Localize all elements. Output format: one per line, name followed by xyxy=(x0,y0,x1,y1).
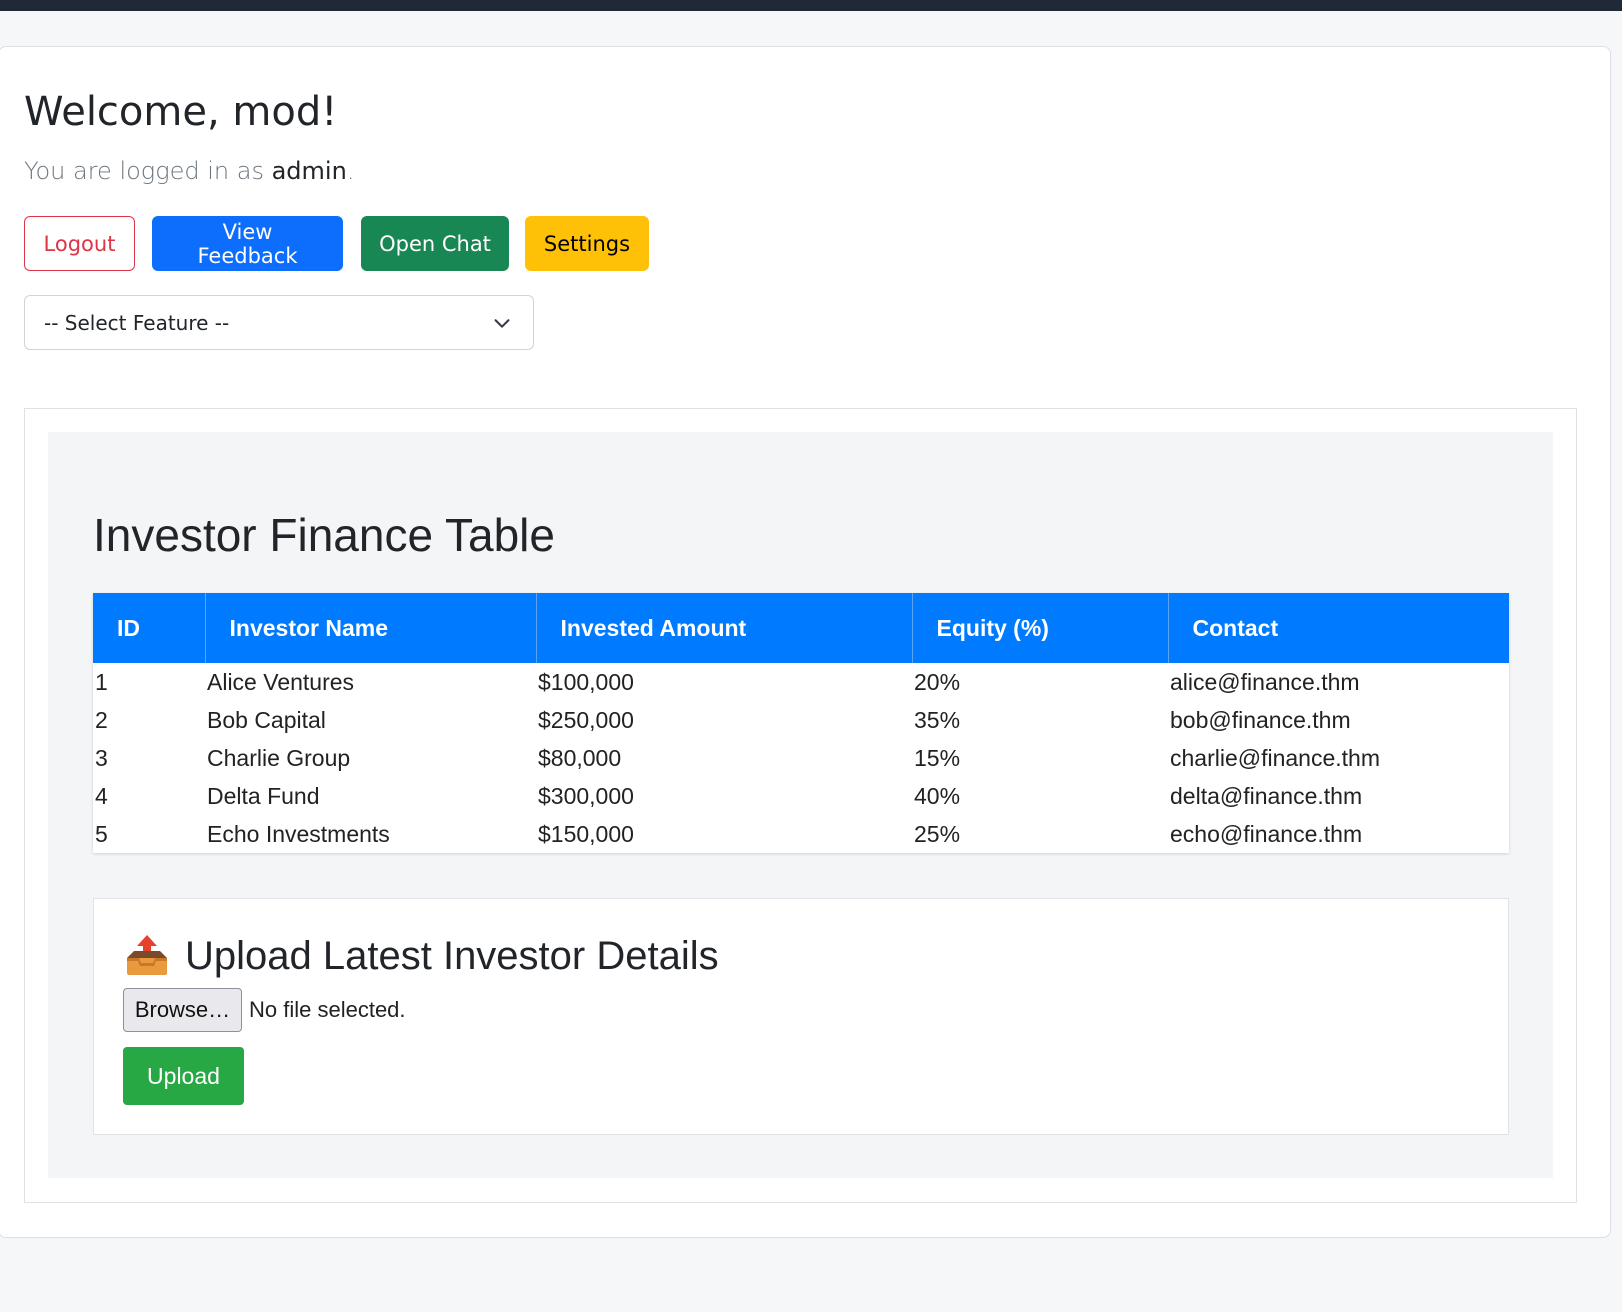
cell-id: 3 xyxy=(95,744,108,771)
cell-investor-name: Delta Fund xyxy=(207,782,320,809)
cell-invested-amount: $300,000 xyxy=(538,782,634,809)
column-header-equity: Equity (%) xyxy=(912,593,1169,663)
cell-equity: 20% xyxy=(914,668,961,695)
cell-id: 5 xyxy=(95,820,108,847)
table-header-row: ID Investor Name Invested Amount Equity … xyxy=(93,593,1509,663)
cell-investor-name: Bob Capital xyxy=(207,706,326,733)
cell-invested-amount: $80,000 xyxy=(538,744,622,771)
table-row: 4 Delta Fund $300,000 40% delta@finance.… xyxy=(93,777,1509,815)
file-status: No file selected. xyxy=(249,997,406,1022)
cell-invested-amount: $150,000 xyxy=(538,820,634,847)
column-header-investor-name: Investor Name xyxy=(205,593,537,663)
chevron-down-icon xyxy=(494,319,510,328)
logged-in-text: You are logged in as admin. xyxy=(24,154,354,188)
logout-button[interactable]: Logout xyxy=(24,216,135,271)
column-header-id: ID xyxy=(93,593,206,663)
column-header-invested-amount: Invested Amount xyxy=(536,593,913,663)
welcome-heading: Welcome, mod! xyxy=(24,89,338,135)
outbox-tray-icon xyxy=(127,935,167,975)
cell-contact: bob@finance.thm xyxy=(1170,706,1351,733)
cell-contact: echo@finance.thm xyxy=(1170,820,1363,847)
feature-select[interactable]: -- Select Feature -- xyxy=(24,295,534,350)
cell-id: 1 xyxy=(95,668,108,695)
feature-select-value: -- Select Feature -- xyxy=(44,310,230,335)
cell-invested-amount: $250,000 xyxy=(538,706,634,733)
cell-investor-name: Alice Ventures xyxy=(207,668,355,695)
investor-finance-table: ID Investor Name Invested Amount Equity … xyxy=(93,593,1509,853)
cell-id: 2 xyxy=(95,706,108,733)
table-row: 3 Charlie Group $80,000 15% charlie@fina… xyxy=(93,739,1509,777)
cell-equity: 25% xyxy=(914,820,961,847)
cell-investor-name: Charlie Group xyxy=(207,744,351,771)
logged-in-suffix: . xyxy=(346,157,355,185)
column-header-contact: Contact xyxy=(1168,593,1509,663)
finance-table-title: Investor Finance Table xyxy=(93,509,555,561)
view-feedback-button[interactable]: View Feedback xyxy=(152,216,343,271)
browse-file-button[interactable]: Browse… xyxy=(123,988,242,1032)
cell-invested-amount: $100,000 xyxy=(538,668,634,695)
cell-equity: 40% xyxy=(914,782,961,809)
open-chat-button[interactable]: Open Chat xyxy=(361,216,509,271)
user-role: admin xyxy=(271,157,347,185)
cell-investor-name: Echo Investments xyxy=(207,820,390,847)
top-navbar xyxy=(0,0,1622,11)
logged-in-prefix: You are logged in as xyxy=(24,157,272,185)
upload-button[interactable]: Upload xyxy=(123,1047,244,1105)
cell-id: 4 xyxy=(95,782,108,809)
cell-contact: charlie@finance.thm xyxy=(1170,744,1380,771)
upload-heading: Upload Latest Investor Details xyxy=(123,928,719,984)
settings-button[interactable]: Settings xyxy=(525,216,649,271)
cell-equity: 35% xyxy=(914,706,961,733)
table-row: 5 Echo Investments $150,000 25% echo@fin… xyxy=(93,815,1509,853)
cell-contact: delta@finance.thm xyxy=(1170,782,1363,809)
table-row: 1 Alice Ventures $100,000 20% alice@fina… xyxy=(93,663,1509,701)
cell-equity: 15% xyxy=(914,744,961,771)
cell-contact: alice@finance.thm xyxy=(1170,668,1360,695)
table-row: 2 Bob Capital $250,000 35% bob@finance.t… xyxy=(93,701,1509,739)
upload-heading-text: Upload Latest Investor Details xyxy=(185,933,719,978)
